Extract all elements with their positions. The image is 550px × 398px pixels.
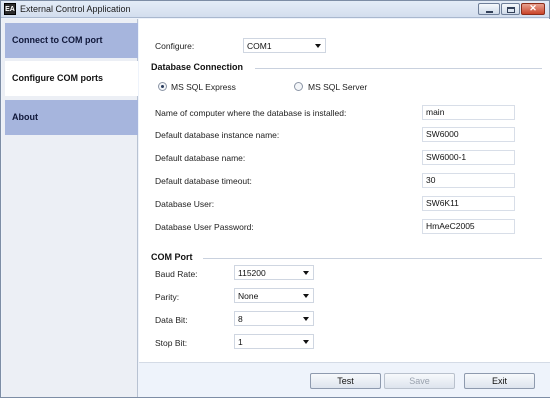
- baud-rate-value: 115200: [238, 268, 266, 278]
- chevron-down-icon: [303, 317, 309, 321]
- minimize-icon: [486, 11, 493, 13]
- com-port-section-title: COM Port: [151, 252, 193, 262]
- minimize-button[interactable]: [478, 3, 500, 15]
- field-label-computer-name: Name of computer where the database is i…: [155, 108, 347, 118]
- button-bar: Test Save Exit: [139, 362, 550, 397]
- chevron-down-icon: [303, 271, 309, 275]
- configure-value: COM1: [247, 41, 272, 51]
- maximize-icon: [507, 7, 515, 13]
- field-label-database-user: Database User:: [155, 199, 215, 209]
- database-password-input[interactable]: HmAeC2005: [422, 219, 515, 234]
- section-divider: [255, 68, 542, 69]
- chevron-down-icon: [303, 340, 309, 344]
- field-label-database-name: Default database name:: [155, 153, 246, 163]
- field-label-instance-name: Default database instance name:: [155, 130, 280, 140]
- sidebar-item-configure-com-ports[interactable]: Configure COM ports: [5, 61, 138, 96]
- radio-ms-sql-server[interactable]: [294, 82, 303, 91]
- close-icon: ✕: [529, 3, 537, 13]
- sidebar: Connect to COM port Configure COM ports …: [2, 19, 138, 397]
- data-bit-value: 8: [238, 314, 243, 324]
- test-button[interactable]: Test: [310, 373, 381, 389]
- title-bar: EA External Control Application ✕: [1, 1, 549, 18]
- field-label-database-password: Database User Password:: [155, 222, 254, 232]
- sidebar-item-connect-com-port[interactable]: Connect to COM port: [5, 23, 138, 58]
- maximize-button[interactable]: [501, 3, 520, 15]
- database-name-input[interactable]: SW6000-1: [422, 150, 515, 165]
- field-label-parity: Parity:: [155, 292, 180, 302]
- data-bit-select[interactable]: 8: [234, 311, 314, 326]
- stop-bit-value: 1: [238, 337, 243, 347]
- configure-select[interactable]: COM1: [243, 38, 326, 53]
- app-icon: EA: [4, 3, 16, 15]
- radio-label-ms-sql-express: MS SQL Express: [171, 82, 236, 92]
- app-window: EA External Control Application ✕ Connec…: [0, 0, 550, 398]
- field-label-stop-bit: Stop Bit:: [155, 338, 188, 348]
- configure-label: Configure:: [155, 41, 195, 51]
- radio-ms-sql-express[interactable]: [158, 82, 167, 91]
- field-label-database-timeout: Default database timeout:: [155, 176, 252, 186]
- field-label-baud-rate: Baud Rate:: [155, 269, 198, 279]
- save-button[interactable]: Save: [384, 373, 455, 389]
- field-label-data-bit: Data Bit:: [155, 315, 188, 325]
- database-section-title: Database Connection: [151, 62, 244, 72]
- radio-label-ms-sql-server: MS SQL Server: [308, 82, 368, 92]
- sidebar-item-about[interactable]: About: [5, 100, 138, 135]
- baud-rate-select[interactable]: 115200: [234, 265, 314, 280]
- parity-select[interactable]: None: [234, 288, 314, 303]
- computer-name-input[interactable]: main: [422, 105, 515, 120]
- database-user-input[interactable]: SW6K11: [422, 196, 515, 211]
- stop-bit-select[interactable]: 1: [234, 334, 314, 349]
- chevron-down-icon: [315, 44, 321, 48]
- window-title: External Control Application: [20, 4, 131, 14]
- instance-name-input[interactable]: SW6000: [422, 127, 515, 142]
- exit-button[interactable]: Exit: [464, 373, 535, 389]
- chevron-down-icon: [303, 294, 309, 298]
- close-button[interactable]: ✕: [521, 3, 545, 15]
- parity-value: None: [238, 291, 259, 301]
- section-divider: [203, 258, 542, 259]
- main-panel: Configure: COM1 Database Connection MS S…: [139, 19, 550, 362]
- database-timeout-input[interactable]: 30: [422, 173, 515, 188]
